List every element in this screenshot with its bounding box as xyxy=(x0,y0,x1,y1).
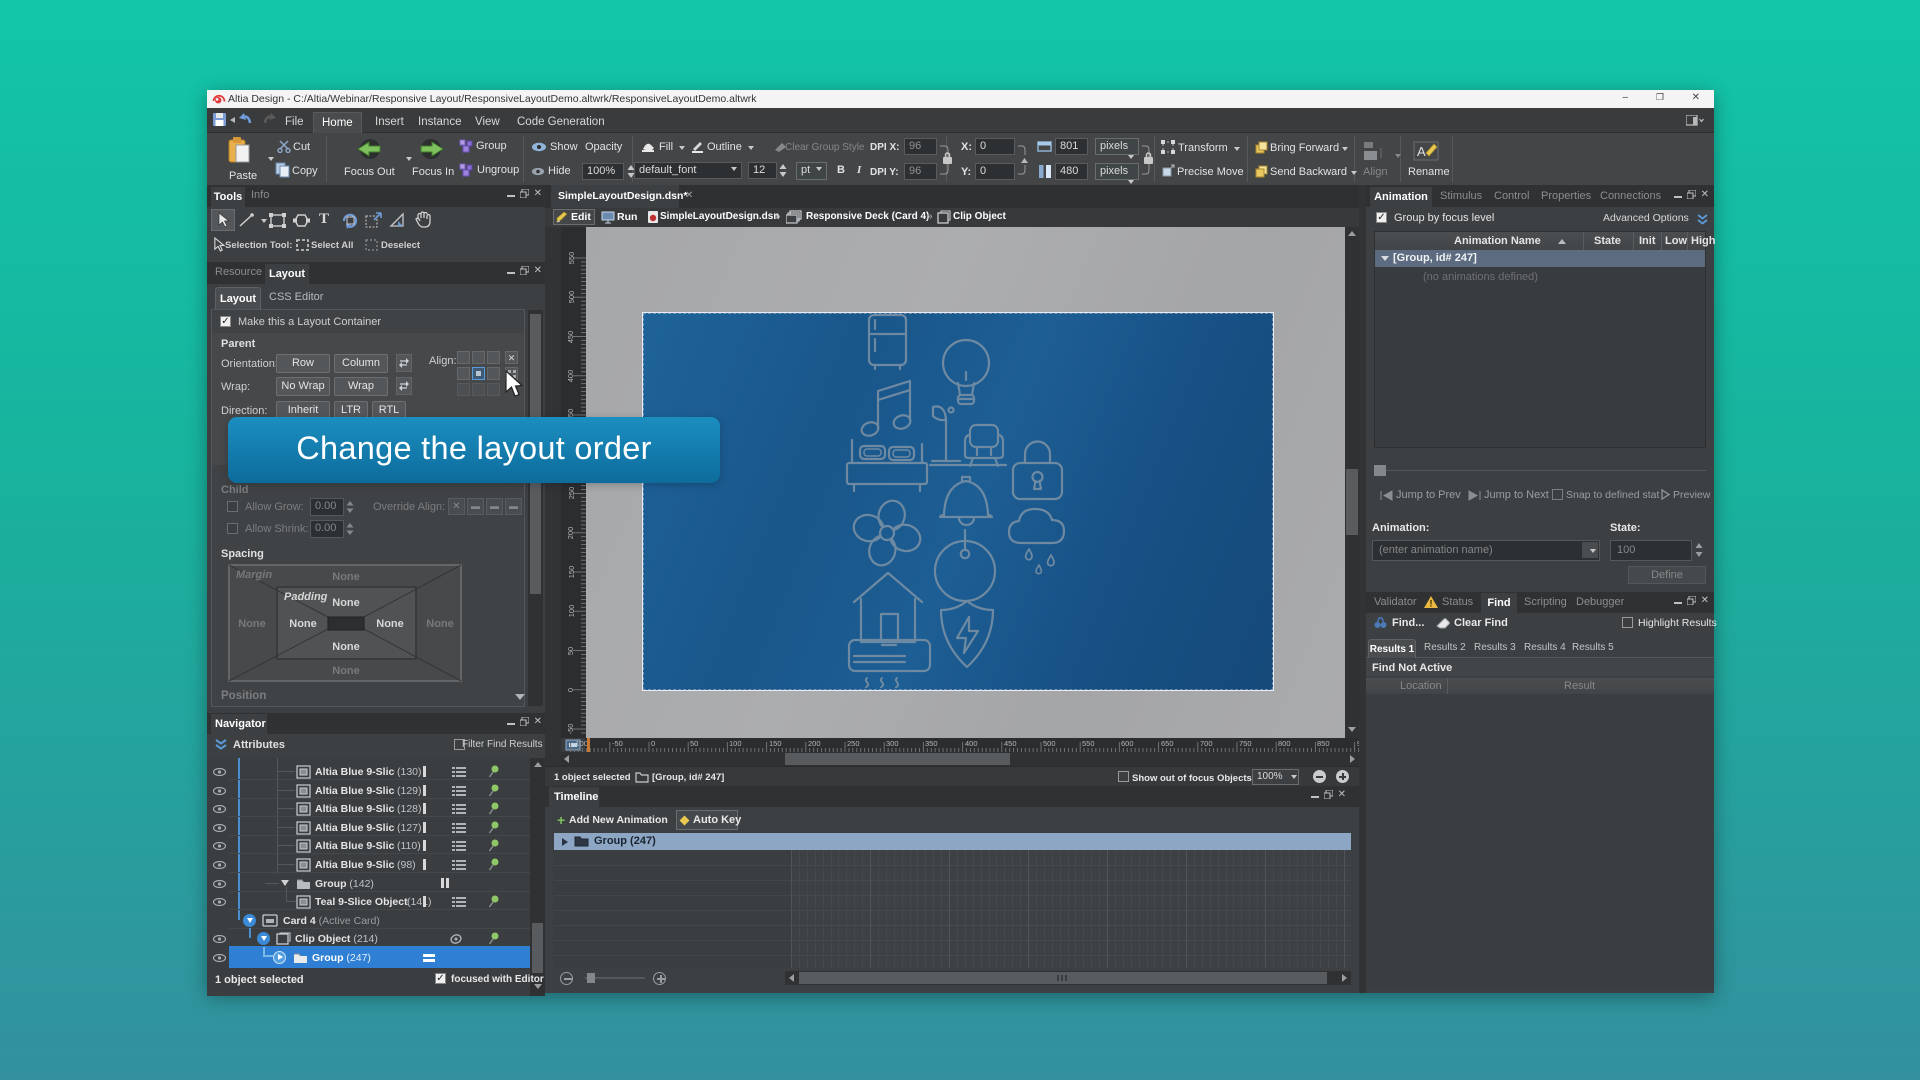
svg-text:200: 200 xyxy=(808,739,821,748)
svg-text:700: 700 xyxy=(1200,739,1213,748)
svg-text:500: 500 xyxy=(567,291,576,304)
svg-text:None: None xyxy=(289,618,317,630)
svg-text:None: None xyxy=(332,665,360,677)
svg-text:350: 350 xyxy=(925,739,938,748)
svg-text:None: None xyxy=(426,618,454,630)
svg-text:750: 750 xyxy=(1239,739,1252,748)
svg-text:300: 300 xyxy=(886,739,899,748)
svg-text:Margin: Margin xyxy=(236,569,272,581)
svg-text:100: 100 xyxy=(729,739,742,748)
svg-text:600: 600 xyxy=(1121,739,1134,748)
svg-text:A: A xyxy=(1417,144,1426,159)
svg-text:800: 800 xyxy=(1278,739,1291,748)
svg-text:Padding: Padding xyxy=(284,591,328,603)
svg-text:250: 250 xyxy=(567,487,576,500)
svg-text:50: 50 xyxy=(566,647,575,655)
svg-text:None: None xyxy=(376,618,404,630)
svg-text:None: None xyxy=(332,597,360,609)
svg-text:900: 900 xyxy=(1357,739,1359,748)
svg-text:400: 400 xyxy=(566,370,575,383)
svg-text:550: 550 xyxy=(1082,739,1095,748)
svg-text:150: 150 xyxy=(769,739,782,748)
svg-text:150: 150 xyxy=(567,566,576,579)
svg-text:100: 100 xyxy=(567,605,576,618)
svg-text:550: 550 xyxy=(567,252,576,265)
svg-text:250: 250 xyxy=(847,739,860,748)
svg-text:-100: -100 xyxy=(573,739,588,748)
svg-text:None: None xyxy=(332,641,360,653)
svg-text:400: 400 xyxy=(965,739,978,748)
svg-text:500: 500 xyxy=(1043,739,1056,748)
svg-text:!: ! xyxy=(1430,599,1433,609)
svg-text:None: None xyxy=(238,618,266,630)
svg-text:0: 0 xyxy=(566,688,575,692)
svg-text:450: 450 xyxy=(1004,739,1017,748)
svg-text:-50: -50 xyxy=(566,724,575,735)
svg-text:200: 200 xyxy=(566,527,575,540)
svg-text:-50: -50 xyxy=(612,739,623,748)
svg-text:0: 0 xyxy=(651,739,655,748)
svg-text:50: 50 xyxy=(690,739,698,748)
svg-text:None: None xyxy=(332,571,360,583)
svg-text:850: 850 xyxy=(1317,739,1330,748)
svg-text:650: 650 xyxy=(1161,739,1174,748)
svg-text:450: 450 xyxy=(566,331,575,344)
